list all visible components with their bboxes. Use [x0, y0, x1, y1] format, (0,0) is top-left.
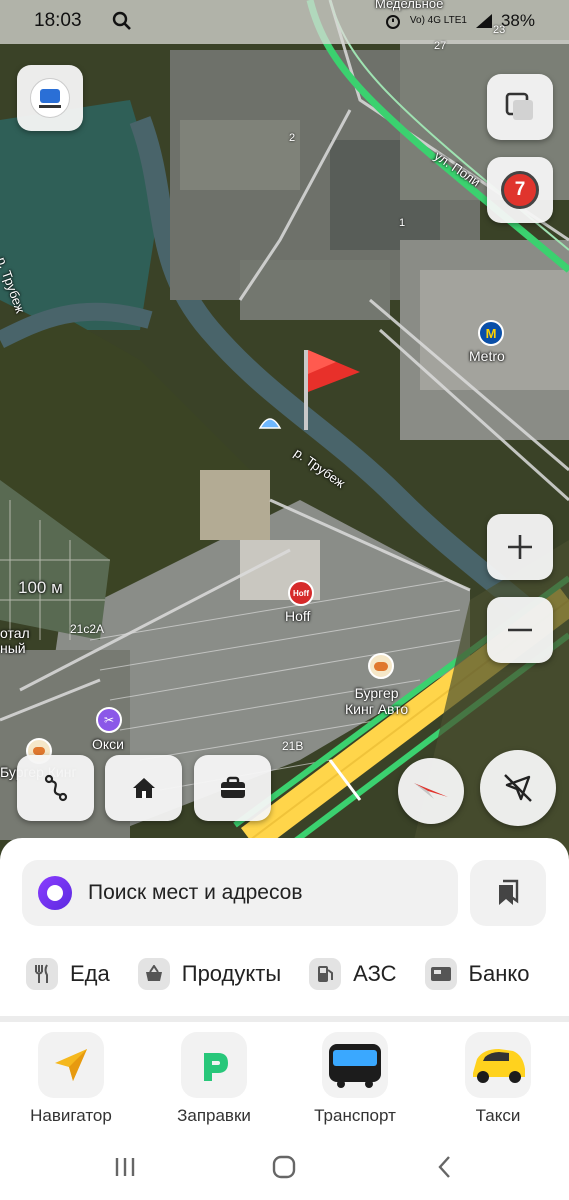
status-time: 18:03: [34, 10, 82, 31]
zoom-out-button[interactable]: [487, 597, 553, 663]
app-taxi[interactable]: Такси: [438, 1032, 558, 1126]
services-row: Навигатор Заправки Транспорт Такси: [0, 1022, 569, 1132]
route-button[interactable]: [17, 755, 94, 821]
location-off-icon: [504, 774, 532, 802]
atm-icon: [424, 958, 457, 990]
app-navigator[interactable]: Навигатор: [11, 1032, 131, 1126]
home-circle-icon: [272, 1155, 296, 1179]
category-food[interactable]: Еда: [26, 958, 110, 990]
building-number: 21с2А: [70, 622, 105, 636]
fuel-app-icon: [181, 1032, 247, 1098]
poi-label: отал: [0, 625, 30, 641]
category-label: Продукты: [181, 961, 282, 986]
building-number: 21В: [282, 739, 304, 753]
bottom-sheet: Поиск мест и адресов Еда Продукты АЗС Ба…: [0, 838, 569, 1016]
building-number: 2: [289, 132, 296, 144]
briefcase-icon: [220, 776, 245, 798]
poi-label: ный: [0, 640, 26, 656]
recent-apps-icon: [115, 1158, 135, 1176]
bus-icon: [322, 1032, 388, 1098]
category-gas[interactable]: АЗС: [309, 958, 397, 990]
category-label: Еда: [70, 961, 110, 986]
alarm-icon: [385, 15, 400, 29]
compass-button[interactable]: [398, 758, 464, 824]
fuel-icon: [309, 958, 342, 990]
signal-icon: [475, 14, 492, 28]
system-nav-bar: [0, 1132, 569, 1200]
app-label: Навигатор: [30, 1106, 112, 1125]
plus-icon: [508, 535, 532, 559]
traffic-badge: 7: [501, 171, 539, 209]
bookmark-icon: [499, 879, 519, 905]
flag-marker-icon[interactable]: [296, 344, 368, 434]
home-nav-button[interactable]: [264, 1152, 304, 1182]
basket-icon: [137, 958, 170, 990]
back-button[interactable]: [425, 1152, 465, 1182]
category-row: Еда Продукты АЗС Банко: [26, 958, 569, 990]
scale-label: 100 м: [18, 578, 63, 597]
hoff-poi-icon[interactable]: Hoff: [288, 580, 314, 606]
layers-button[interactable]: [487, 74, 553, 140]
app-transport[interactable]: Транспорт: [295, 1032, 415, 1126]
battery-level: 38%: [500, 11, 535, 30]
location-button[interactable]: [480, 750, 556, 826]
poi-label-oksi[interactable]: Окси: [92, 736, 124, 752]
salon-poi-icon[interactable]: ✂: [96, 707, 122, 733]
traffic-button[interactable]: 7: [487, 157, 553, 223]
avatar-logo-icon: [39, 89, 61, 108]
category-label: Банко: [468, 961, 530, 986]
search-placeholder[interactable]: Поиск мест и адресов: [88, 881, 303, 905]
poi-label-hoff[interactable]: Hoff: [285, 608, 310, 624]
layers-icon: [505, 92, 533, 120]
fork-knife-icon: [26, 958, 58, 990]
app-label: Транспорт: [314, 1106, 396, 1125]
bookmarks-button[interactable]: [470, 860, 546, 926]
poi-label-burger[interactable]: Бургер Кинг Авто: [345, 685, 408, 717]
building-number: 1: [399, 217, 406, 229]
compass-icon: [414, 783, 448, 799]
recent-apps-button[interactable]: [105, 1152, 145, 1182]
home-icon: [132, 778, 155, 798]
route-icon: [44, 774, 67, 802]
app-label: Заправки: [177, 1106, 251, 1125]
status-bar: 18:03 Vo) 4G LTE1 38%: [0, 0, 569, 42]
poi-label-metro[interactable]: Metro: [469, 348, 505, 364]
profile-button[interactable]: [17, 65, 83, 131]
alice-icon[interactable]: [38, 876, 72, 910]
search-bar[interactable]: Поиск мест и адресов: [22, 860, 458, 926]
metro-poi-icon[interactable]: M: [478, 320, 504, 346]
back-arrow-icon: [438, 1156, 450, 1178]
home-button[interactable]: [105, 755, 182, 821]
category-atm[interactable]: Банко: [424, 958, 530, 990]
search-icon: [112, 11, 131, 30]
minus-icon: [508, 628, 532, 632]
avatar: [30, 78, 70, 118]
app-label: Такси: [475, 1106, 521, 1125]
app-fuel[interactable]: Заправки: [154, 1032, 274, 1126]
taxi-icon: [465, 1032, 531, 1098]
category-label: АЗС: [353, 961, 397, 986]
water-icon: [258, 418, 282, 429]
navigator-icon: [38, 1032, 104, 1098]
zoom-in-button[interactable]: [487, 514, 553, 580]
burger-poi-icon[interactable]: [368, 653, 394, 679]
category-groceries[interactable]: Продукты: [137, 958, 282, 990]
work-button[interactable]: [194, 755, 271, 821]
network-indicator: Vo) 4G LTE1: [409, 15, 467, 26]
